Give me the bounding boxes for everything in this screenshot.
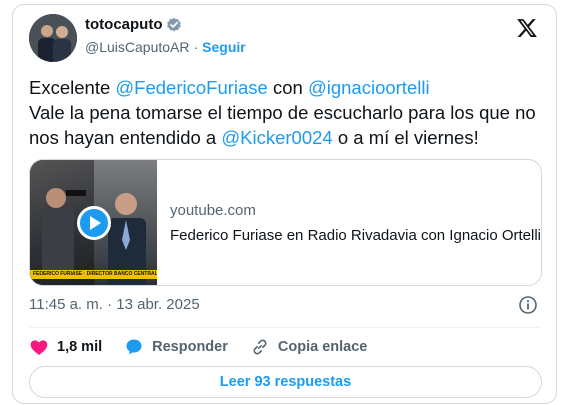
divider bbox=[29, 327, 540, 328]
mention-link[interactable]: @Kicker0024 bbox=[221, 127, 332, 148]
author-handle-row: @LuisCaputoAR · Seguir bbox=[85, 39, 246, 55]
author-display-name[interactable]: totocaputo bbox=[85, 16, 162, 33]
thumbnail-lower-third: FEDERICO FURIASE · DIRECTOR BANCO CENTRA… bbox=[30, 270, 157, 279]
follow-button[interactable]: Seguir bbox=[202, 39, 246, 55]
action-bar: 1,8 mil Responder Copia enlace bbox=[29, 337, 389, 357]
link-meta: youtube.com Federico Furiase en Radio Ri… bbox=[157, 160, 541, 285]
text-segment: con bbox=[267, 77, 308, 98]
tweet-text: Excelente @FedericoFuriase con @ignacioo… bbox=[29, 75, 549, 150]
link-icon bbox=[253, 339, 267, 355]
tweet-timestamp[interactable]: 11:45 a. m. · 13 abr. 2025 bbox=[29, 296, 200, 313]
link-title[interactable]: Federico Furiase en Radio Rivadavia con … bbox=[170, 227, 541, 244]
play-icon[interactable] bbox=[77, 206, 111, 240]
author-handle[interactable]: @LuisCaputoAR bbox=[85, 39, 190, 55]
heart-icon bbox=[30, 340, 48, 355]
separator-dot: · bbox=[193, 39, 199, 55]
tweet-embed-card: totocaputo @LuisCaputoAR · Seguir Excele… bbox=[12, 4, 557, 404]
mention-link[interactable]: @ignacioortelli bbox=[308, 77, 430, 98]
link-domain: youtube.com bbox=[170, 201, 256, 219]
reply-bubble-icon bbox=[126, 339, 142, 355]
link-preview-card[interactable]: FEDERICO FURIASE · DIRECTOR BANCO CENTRA… bbox=[29, 159, 542, 286]
verified-badge-icon bbox=[166, 17, 182, 33]
x-logo-icon[interactable] bbox=[516, 17, 538, 39]
text-segment: Excelente bbox=[29, 77, 116, 98]
video-thumbnail[interactable]: FEDERICO FURIASE · DIRECTOR BANCO CENTRA… bbox=[30, 160, 157, 285]
thumbnail-caption: FEDERICO FURIASE · DIRECTOR BANCO CENTRA… bbox=[33, 271, 157, 277]
reply-button[interactable]: Responder bbox=[124, 337, 228, 357]
like-count: 1,8 mil bbox=[57, 339, 103, 355]
author-name-row: totocaputo bbox=[85, 16, 182, 33]
mention-link[interactable]: @FedericoFuriase bbox=[115, 77, 267, 98]
avatar[interactable] bbox=[29, 14, 77, 62]
reply-label: Responder bbox=[152, 339, 228, 355]
copy-link-label: Copia enlace bbox=[277, 339, 368, 355]
read-replies-button[interactable]: Leer 93 respuestas bbox=[29, 366, 542, 398]
like-button[interactable]: 1,8 mil bbox=[29, 337, 102, 357]
info-icon[interactable] bbox=[518, 295, 538, 315]
text-segment: o a mí el viernes! bbox=[332, 127, 479, 148]
copy-link-button[interactable]: Copia enlace bbox=[250, 337, 367, 357]
